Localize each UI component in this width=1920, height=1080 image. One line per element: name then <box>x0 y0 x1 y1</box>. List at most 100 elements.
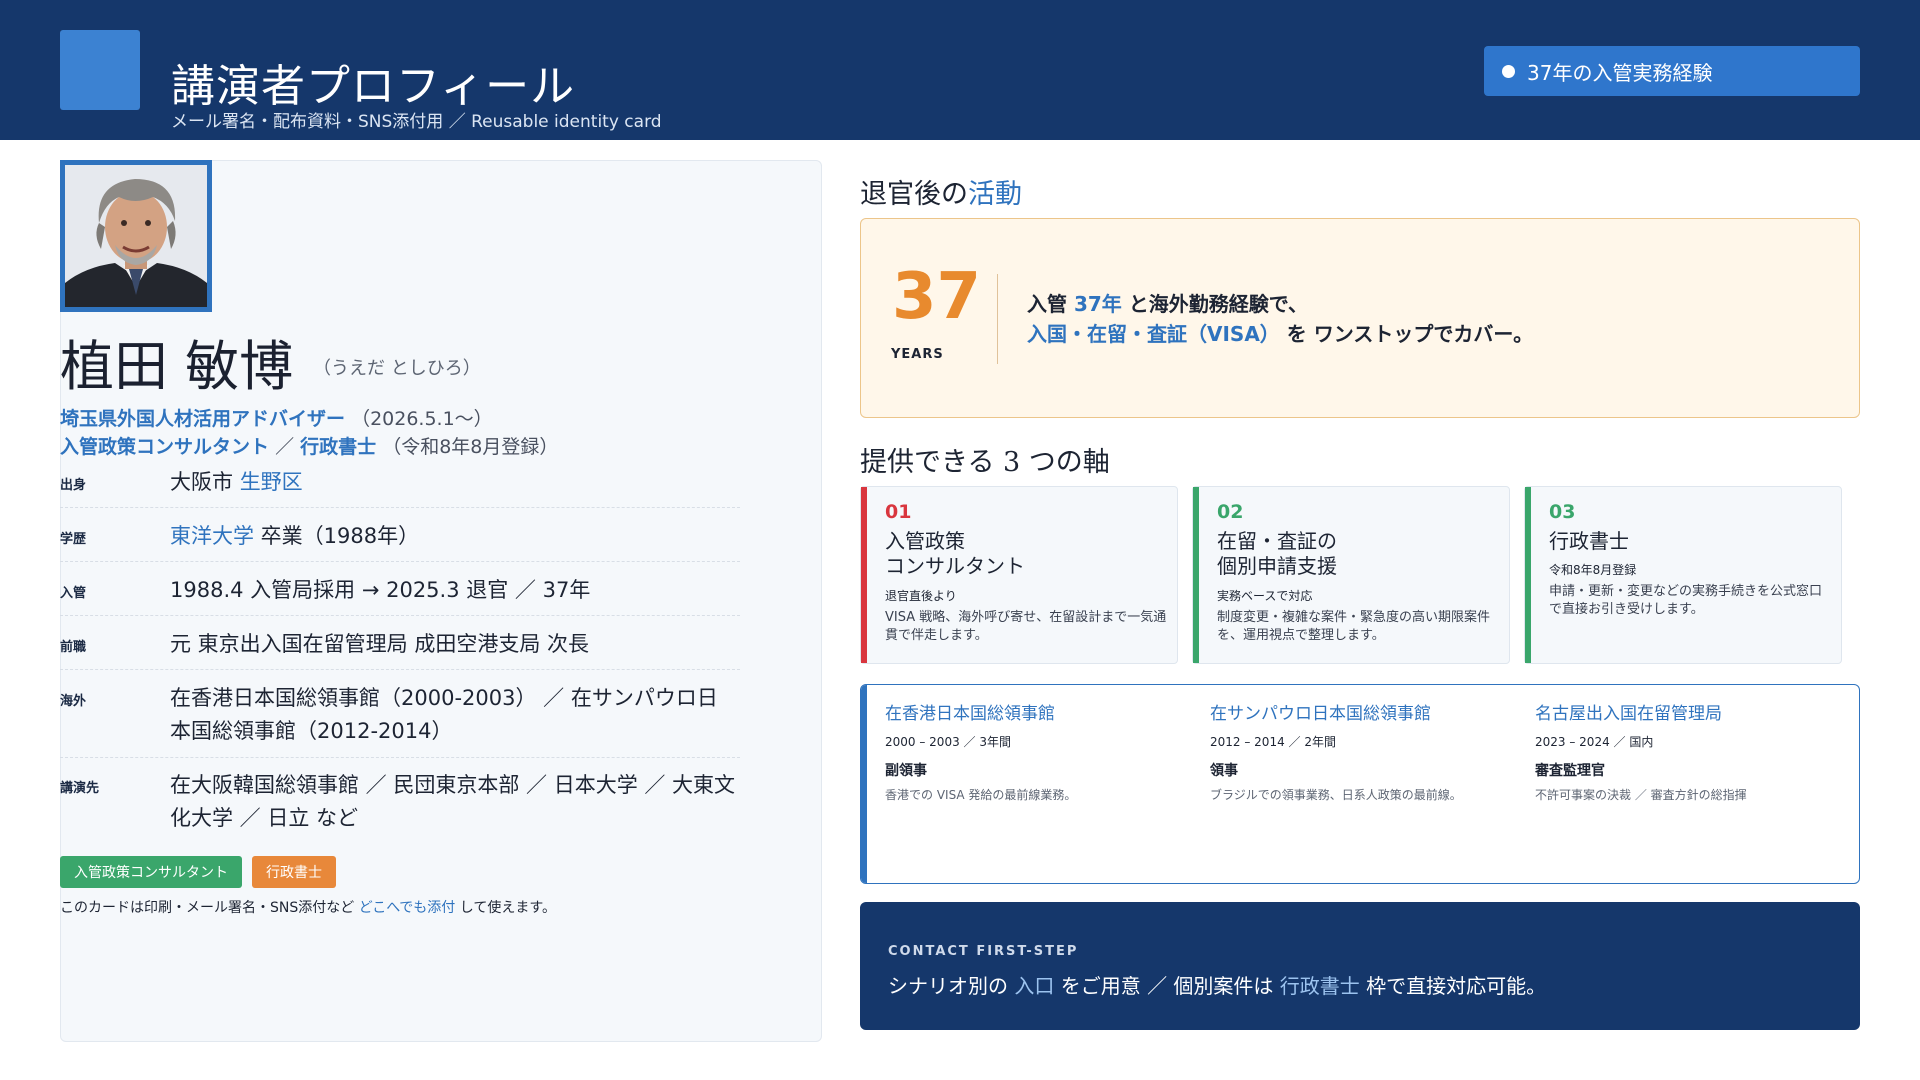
info-row-previous-job: 前職 元 東京出入国在留管理局 成田空港支局 次長 <box>60 628 740 670</box>
career-box: 在香港日本国総領事館 2000 – 2003 ／ 3年間 副領事 香港での VI… <box>860 684 1860 884</box>
career-role: 副領事 <box>885 763 927 779</box>
activity-title: 退官後の活動 <box>860 172 1022 211</box>
info-label: 講演先 <box>60 781 100 796</box>
contact-text-part: をご用意 ／ 個別案件は <box>1054 974 1280 998</box>
role-advisor-title: 埼玉県外国人材活用アドバイザー <box>60 408 346 430</box>
axis-title: 在留・査証の 個別申請支援 <box>1217 529 1337 579</box>
axis-subtitle: 令和8年8月登録 <box>1549 563 1637 577</box>
career-item: 在サンパウロ日本国総領事館 2012 – 2014 ／ 2年間 領事 ブラジルで… <box>1210 699 1510 803</box>
birthplace-city: 大阪市 <box>170 470 240 494</box>
info-label: 出身 <box>60 478 87 493</box>
card-note-part: して使えます。 <box>455 900 556 916</box>
axis-number: 01 <box>885 501 912 523</box>
speaker-name: 植田 敏博 <box>60 335 294 398</box>
axis-title: 行政書士 <box>1549 529 1629 553</box>
role-advisor-note: （2026.5.1〜） <box>351 408 493 430</box>
axis-title-line: コンサルタント <box>885 554 1025 578</box>
info-value: 東洋大学 卒業（1988年） <box>170 520 736 553</box>
tag-consultant: 入管政策コンサルタント <box>60 856 242 888</box>
years-line-highlight: 入国・在留・査証（VISA） <box>1027 322 1280 346</box>
axis-title-line: 個別申請支援 <box>1217 554 1337 578</box>
axis-number: 03 <box>1549 501 1576 523</box>
career-description: ブラジルでの領事業務、日系人政策の最前線。 <box>1210 788 1462 802</box>
profile-page: 講演者プロフィール メール署名・配布資料・SNS添付用 ／ Reusable i… <box>0 0 1920 1080</box>
career-accent-bar <box>861 685 867 883</box>
career-period: 2000 – 2003 ／ 3年間 <box>885 735 1011 749</box>
birthplace-ward: 生野区 <box>239 470 303 494</box>
info-row-birthplace: 出身 大阪市 生野区 <box>60 466 740 508</box>
axis-subtitle: 退官直後より <box>885 589 957 603</box>
graduation-note: 卒業（1988年） <box>254 524 420 548</box>
contact-text-highlight: 入口 <box>1014 974 1055 998</box>
info-value: 元 東京出入国在留管理局 成田空港支局 次長 <box>170 632 590 656</box>
years-divider <box>997 274 998 364</box>
axis-card-1: 01 入管政策 コンサルタント 退官直後より VISA 戦略、海外呼び寄せ、在留設… <box>860 486 1178 664</box>
contact-text-highlight: 行政書士 <box>1279 974 1360 998</box>
career-description: 不許可事案の決裁 ／ 審査方針の総指揮 <box>1535 788 1747 802</box>
career-office: 名古屋出入国在留管理局 <box>1535 704 1722 724</box>
years-line-part: 入管 <box>1027 292 1074 316</box>
axis-description: VISA 戦略、海外呼び寄せ、在留設計まで一気通貫で伴走します。 <box>885 610 1167 643</box>
years-line-highlight: 37年 <box>1073 292 1122 316</box>
years-line-part: と海外勤務経験で、 <box>1121 292 1308 316</box>
page-title: 講演者プロフィール <box>171 61 576 112</box>
axis-title-line: 在留・査証の <box>1217 529 1337 553</box>
axis-subtitle: 実務ベースで対応 <box>1217 589 1313 603</box>
axis-title: 入管政策 コンサルタント <box>885 529 1025 579</box>
university-name: 東洋大学 <box>170 524 254 548</box>
career-role: 領事 <box>1210 763 1238 779</box>
years-summary-box: 37 YEARS 入管 37年 と海外勤務経験で、 入国・在留・査証（VISA）… <box>860 218 1860 418</box>
activity-title-part: 退官後の <box>860 179 968 210</box>
page-subtitle: メール署名・配布資料・SNS添付用 ／ Reusable identity ca… <box>171 112 662 132</box>
axis-description: 制度変更・複雑な案件・緊急度の高い期限案件を、運用視点で整理します。 <box>1217 610 1491 643</box>
career-office: 在香港日本国総領事館 <box>885 704 1055 724</box>
info-label: 入管 <box>60 586 87 601</box>
contact-box: CONTACT FIRST-STEP シナリオ別の 入口 をご用意 ／ 個別案件… <box>860 902 1860 1030</box>
years-label: YEARS <box>891 347 944 362</box>
years-description: 入管 37年 と海外勤務経験で、 入国・在留・査証（VISA） を ワンストップ… <box>1027 289 1533 349</box>
info-value: 1988.4 入管局採用 → 2025.3 退官 ／ 37年 <box>170 578 591 602</box>
info-row-immigration: 入管 1988.4 入管局採用 → 2025.3 退官 ／ 37年 <box>60 574 740 616</box>
role-scrivener-title: 行政書士 <box>300 436 377 458</box>
activity-title-highlight: 活動 <box>968 179 1022 210</box>
axis-description: 申請・更新・変更などの実務手続きを公式窓口で直接お引き受けします。 <box>1549 584 1823 617</box>
dot-icon <box>1502 64 1515 78</box>
portrait-image <box>65 165 207 307</box>
card-usage-note: このカードは印刷・メール署名・SNS添付など どこへでも添付 して使えます。 <box>60 897 556 917</box>
info-label: 海外 <box>60 694 87 709</box>
years-line-1: 入管 37年 と海外勤務経験で、 <box>1027 289 1533 319</box>
career-period: 2023 – 2024 ／ 国内 <box>1535 735 1654 749</box>
role-advisor: 埼玉県外国人材活用アドバイザー （2026.5.1〜） <box>60 404 493 431</box>
career-office: 在サンパウロ日本国総領事館 <box>1210 704 1431 724</box>
speaker-name-kana: （うえだ としひろ） <box>313 358 481 379</box>
info-row-overseas: 海外 在香港日本国総領事館（2000-2003） ／ 在サンパウロ日本国総領事館… <box>60 682 740 758</box>
logo-square-icon <box>60 30 140 110</box>
info-label: 学歴 <box>60 532 87 547</box>
contact-text-part: 枠で直接対応可能。 <box>1359 974 1547 998</box>
years-line-part: を ワンストップでカバー。 <box>1279 322 1534 346</box>
experience-badge: 37年の入管実務経験 <box>1484 46 1860 96</box>
header-bar: 講演者プロフィール メール署名・配布資料・SNS添付用 ／ Reusable i… <box>0 0 1920 140</box>
axis-number: 02 <box>1217 501 1244 523</box>
axis-accent-bar <box>1193 487 1199 663</box>
card-note-part: このカードは印刷・メール署名・SNS添付など <box>60 900 359 916</box>
career-role: 審査監理官 <box>1535 763 1605 779</box>
contact-label: CONTACT FIRST-STEP <box>888 944 1079 959</box>
role-consultant: 入管政策コンサルタント ／ 行政書士 （令和8年8月登録） <box>60 432 558 459</box>
role-scrivener-note: （令和8年8月登録） <box>382 436 559 458</box>
info-row-education: 学歴 東洋大学 卒業（1988年） <box>60 520 740 562</box>
axis-accent-bar <box>861 487 867 663</box>
tag-scrivener: 行政書士 <box>252 856 336 888</box>
career-description: 香港での VISA 発給の最前線業務。 <box>885 788 1077 802</box>
contact-text: シナリオ別の 入口 をご用意 ／ 個別案件は 行政書士 枠で直接対応可能。 <box>888 970 1546 999</box>
axis-card-3: 03 行政書士 令和8年8月登録 申請・更新・変更などの実務手続きを公式窓口で直… <box>1524 486 1842 664</box>
career-period: 2012 – 2014 ／ 2年間 <box>1210 735 1336 749</box>
axis-card-2: 02 在留・査証の 個別申請支援 実務ベースで対応 制度変更・複雑な案件・緊急度の… <box>1192 486 1510 664</box>
career-item: 名古屋出入国在留管理局 2023 – 2024 ／ 国内 審査監理官 不許可事案… <box>1535 699 1835 803</box>
years-line-2: 入国・在留・査証（VISA） を ワンストップでカバー。 <box>1027 319 1533 349</box>
speaker-photo <box>60 160 212 312</box>
experience-badge-label: 37年の入管実務経験 <box>1527 60 1713 85</box>
career-item: 在香港日本国総領事館 2000 – 2003 ／ 3年間 副領事 香港での VI… <box>885 699 1185 803</box>
axes-title: 提供できる 3 つの軸 <box>860 447 1110 478</box>
years-number: 37 <box>892 260 982 334</box>
